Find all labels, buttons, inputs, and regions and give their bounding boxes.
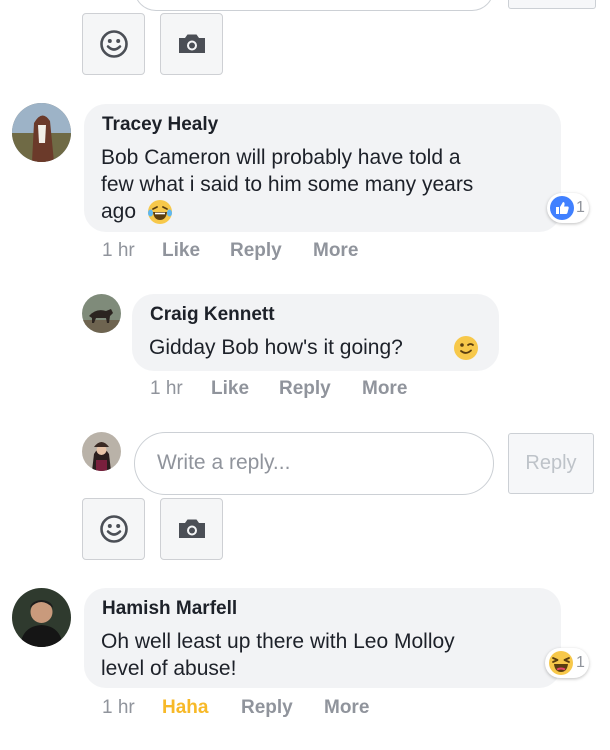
wink-icon bbox=[454, 336, 478, 360]
avatar-photo bbox=[82, 294, 121, 333]
comment-bubble: Hamish Marfell Oh well least up there wi… bbox=[84, 588, 561, 688]
like-link[interactable]: Like bbox=[162, 240, 200, 262]
camera-icon bbox=[178, 34, 205, 53]
haha-icon bbox=[549, 651, 573, 675]
more-link[interactable]: More bbox=[324, 697, 369, 719]
comment-text-line: few what i said to him some many years bbox=[101, 173, 474, 196]
more-link[interactable]: More bbox=[313, 240, 358, 262]
photo-attach-button[interactable] bbox=[160, 13, 223, 75]
comment-timestamp[interactable]: 1 hr bbox=[102, 240, 135, 262]
comment-author[interactable]: Hamish Marfell bbox=[102, 598, 237, 620]
comment-bubble: Tracey Healy Bob Cameron will probably h… bbox=[84, 104, 561, 232]
reply-submit-button[interactable]: Reply bbox=[508, 433, 594, 494]
reply-input-placeholder: Write a reply... bbox=[157, 451, 291, 474]
photo-attach-button[interactable] bbox=[160, 498, 223, 560]
reaction-count: 1 bbox=[576, 654, 585, 671]
comment-text-line: Bob Cameron will probably have told a bbox=[101, 146, 461, 169]
more-link[interactable]: More bbox=[362, 378, 407, 400]
comment-author[interactable]: Tracey Healy bbox=[102, 114, 218, 136]
smiley-icon bbox=[99, 515, 128, 543]
like-icon bbox=[550, 196, 574, 220]
laughing-tears-icon bbox=[148, 200, 172, 224]
avatar-photo bbox=[12, 588, 71, 647]
avatar-photo bbox=[82, 432, 121, 471]
comment-text-line: level of abuse! bbox=[101, 657, 237, 680]
reply-input[interactable]: Write a reply... bbox=[134, 432, 494, 495]
haha-reaction-link[interactable]: Haha bbox=[162, 697, 208, 719]
avatar[interactable] bbox=[82, 294, 121, 333]
comment-text-line: Oh well least up there with Leo Molloy bbox=[101, 630, 455, 653]
reply-input-partial[interactable] bbox=[134, 0, 494, 11]
avatar-photo bbox=[12, 103, 71, 162]
comment-timestamp[interactable]: 1 hr bbox=[102, 697, 135, 719]
reaction-summary[interactable]: 1 bbox=[547, 193, 589, 223]
reply-link[interactable]: Reply bbox=[241, 697, 293, 719]
emoji-picker-button[interactable] bbox=[82, 13, 145, 75]
reaction-count: 1 bbox=[576, 199, 585, 216]
comment-timestamp[interactable]: 1 hr bbox=[150, 378, 183, 400]
comment-text-line: Gidday Bob how's it going? bbox=[149, 336, 403, 359]
reply-link[interactable]: Reply bbox=[230, 240, 282, 262]
current-user-avatar bbox=[82, 432, 121, 471]
smiley-icon bbox=[99, 30, 128, 58]
comment-author[interactable]: Craig Kennett bbox=[150, 304, 275, 326]
like-link[interactable]: Like bbox=[211, 378, 249, 400]
avatar[interactable] bbox=[12, 588, 71, 647]
reply-submit-button-partial[interactable] bbox=[508, 0, 596, 9]
emoji-picker-button[interactable] bbox=[82, 498, 145, 560]
reaction-summary[interactable]: 1 bbox=[545, 648, 589, 678]
camera-icon bbox=[178, 519, 205, 538]
comment-bubble: Craig Kennett Gidday Bob how's it going? bbox=[132, 294, 499, 371]
avatar[interactable] bbox=[12, 103, 71, 162]
reply-link[interactable]: Reply bbox=[279, 378, 331, 400]
comment-text-line: ago bbox=[101, 200, 137, 223]
